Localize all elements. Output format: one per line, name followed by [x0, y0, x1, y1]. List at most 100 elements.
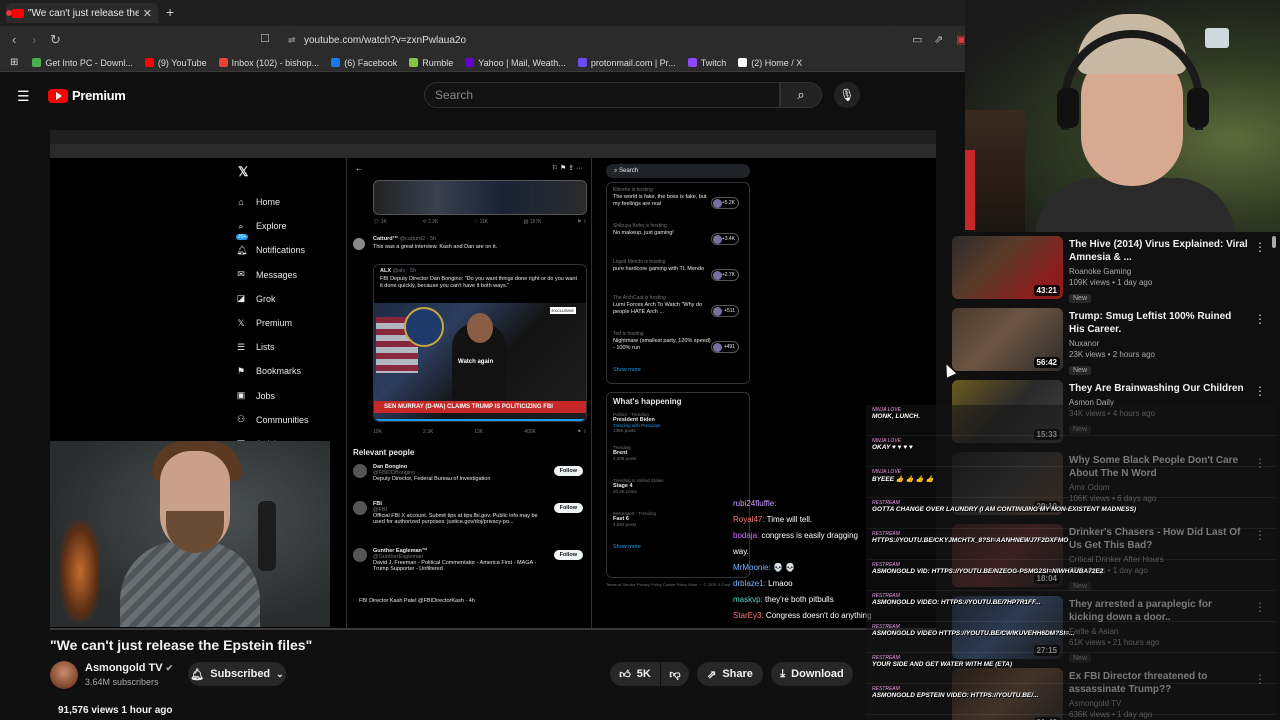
browser-tab[interactable]: "We can't just release the Ep ✕: [6, 3, 158, 23]
x-nav-label: Communities: [256, 414, 309, 425]
recommended-channel[interactable]: Roanoke Gaming: [1069, 267, 1249, 276]
x-nav-item-notifications[interactable]: 🔔︎ 20+ Notifications: [236, 234, 346, 262]
video-thumbnail[interactable]: 43:21: [952, 236, 1063, 299]
search-icon: ⌕: [238, 220, 244, 231]
x-nav-item-home[interactable]: ⌂ Home: [236, 190, 346, 214]
x-nav-label: Bookmarks: [256, 366, 302, 377]
youtube-logo[interactable]: Premium: [48, 88, 126, 103]
restream-text: ASMONGOLD VIDEO: HTTPS://YOUTU.BE/7HP7R1…: [872, 599, 1041, 606]
subscribed-button[interactable]: 🔔︎ Subscribed ⌄: [188, 662, 286, 686]
people-icon: ⚇: [236, 414, 246, 425]
recording-dot-icon: [6, 10, 12, 16]
dislike-button[interactable]: 👎︎: [661, 662, 689, 686]
live-space: The ArchCast is hosting Lumi Forces Arch …: [613, 295, 743, 331]
share-page-icon[interactable]: ⇗: [934, 33, 943, 46]
x-nav-label: Grok: [256, 293, 276, 304]
person-bio: Official FBI X account. Submit tips at t…: [373, 513, 538, 525]
channel-name-text: Asmongold TV: [85, 662, 163, 674]
bookmark-item[interactable]: protonmail.com | Pr...: [577, 58, 676, 68]
recommended-video[interactable]: 56:42 Trump: Smug Leftist 100% Ruined His…: [952, 308, 1280, 380]
apps-icon[interactable]: ⊞: [10, 57, 18, 68]
search-input[interactable]: Search: [424, 82, 780, 108]
back-arrow-icon: ←: [355, 163, 363, 173]
more-options-icon[interactable]: ⋮: [1254, 312, 1266, 326]
chat-username: maskvp:: [733, 595, 763, 604]
chat-text: they're both pitbulls: [765, 595, 834, 604]
channel-avatar[interactable]: [50, 661, 78, 689]
bookmark-page-icon[interactable]: ☐: [260, 32, 270, 45]
video-progress-bar[interactable]: [50, 628, 936, 630]
url-field[interactable]: ⇌ youtube.com/watch?v=zxnPwlaua2o: [282, 30, 902, 50]
restream-chat-overlay: NINJA LOVE MONK, LUNCH. NINJA LOVE OKAY ♥ ♥…: [866, 405, 1276, 720]
chat-username: MrMoonie:: [733, 563, 771, 572]
video-info: Trump: Smug Leftist 100% Ruined His Care…: [1069, 310, 1249, 377]
x-nav-label: Messages: [256, 269, 298, 280]
bookmark-label: Rumble: [422, 57, 454, 68]
bookmark-item[interactable]: (2) Home / X: [738, 58, 802, 68]
url-text: youtube.com/watch?v=zxnPwlaua2o: [304, 34, 467, 46]
x-nav-item-bookmarks[interactable]: ⚑ Bookmarks: [236, 359, 346, 383]
fbi-seal-image: [404, 307, 444, 347]
recommended-title[interactable]: They Are Brainwashing Our Children: [1069, 382, 1249, 395]
bookmark-icon: ⚑: [236, 365, 246, 376]
restream-text: HTTPS://YOUTU.BE/CKYJMCHTX_8?SI=AANHNEWJ…: [872, 537, 1069, 544]
show-more-link: Show more: [613, 367, 641, 373]
back-icon[interactable]: ‹: [12, 32, 16, 47]
like-button[interactable]: 👍︎ 5K: [610, 662, 660, 686]
bookmark-item[interactable]: (9) YouTube: [144, 58, 207, 68]
relevant-person: FBI @FBI Official FBI X account. Submit ti…: [353, 501, 589, 525]
bookmark-item[interactable]: Rumble: [409, 58, 453, 68]
x-nav-label: Premium: [256, 318, 293, 329]
recommended-channel[interactable]: Nuxanor: [1069, 339, 1249, 348]
x-nav-item-messages[interactable]: ✉ Messages: [236, 263, 346, 287]
recommended-video[interactable]: 43:21 The Hive (2014) Virus Explained: Vi…: [952, 236, 1280, 308]
exclusive-tag: EXCLUSIVE: [549, 307, 576, 314]
post-author: Catturd™: [373, 236, 399, 242]
video-thumbnail[interactable]: 56:42: [952, 308, 1063, 371]
recommended-title[interactable]: The Hive (2014) Virus Explained: Viral A…: [1069, 238, 1249, 264]
mail-icon: ✉: [237, 269, 245, 280]
bookmark-item[interactable]: (6) Facebook: [331, 58, 397, 68]
more-options-icon[interactable]: ⋮: [1254, 384, 1266, 398]
new-badge: New: [1069, 294, 1092, 303]
briefcase-icon: ▣: [236, 390, 246, 401]
live-host: Liquid Mendo is hosting: [613, 259, 666, 265]
reload-icon[interactable]: ↻: [50, 32, 61, 48]
bookmark-item[interactable]: Get Into PC - Downl...: [32, 58, 133, 68]
chat-text: Congress doesn't do anything: [765, 611, 872, 620]
chat-message: way.: [733, 544, 873, 560]
x-nav-item-communities[interactable]: ⚇ Communities: [236, 408, 346, 432]
x-nav-item-jobs[interactable]: ▣ Jobs: [236, 384, 346, 408]
x-nav-item-premium[interactable]: 𝕏 Premium: [236, 311, 346, 335]
screen-icon[interactable]: ▭: [912, 33, 922, 46]
x-logo-icon: 𝕏: [238, 164, 249, 179]
live-space: Kibrehe is hosting The world is fake, the…: [613, 187, 743, 223]
bookmark-item[interactable]: Inbox (102) - bishop...: [218, 58, 319, 68]
more-options-icon[interactable]: ⋮: [1254, 240, 1266, 254]
x-nav-item-lists[interactable]: ☰ Lists: [236, 335, 346, 359]
voice-search-button[interactable]: 🎙︎: [834, 82, 860, 108]
new-tab-icon[interactable]: +: [166, 4, 174, 20]
tab-close-icon[interactable]: ✕: [143, 7, 152, 20]
search-button[interactable]: ⌕: [780, 82, 822, 108]
trend-item: Motorsport · Trending Fast 6 4,584 posts: [613, 511, 743, 544]
trend-count: 4,584 posts: [613, 522, 637, 527]
bookmark-item[interactable]: Yahoo | Mail, Weath...: [465, 58, 566, 68]
chat-username: bodaja:: [733, 531, 760, 540]
share-button[interactable]: ⇗ Share: [697, 662, 763, 686]
forward-icon[interactable]: ›: [32, 32, 36, 47]
live-host: Shibuya Koho is hosting: [613, 223, 667, 229]
bookmark-item[interactable]: Twitch: [687, 58, 726, 68]
restream-message: RESTREAM ASMONGOLD VIDEO: HTTPS://YOUTU.B…: [866, 591, 1276, 622]
x-nav-item-explore[interactable]: ⌕ Explore: [236, 214, 346, 238]
download-button[interactable]: ⤓ Download: [771, 662, 853, 686]
x-nav-item-grok[interactable]: ◪ Grok: [236, 287, 346, 311]
download-icon: ⤓: [780, 667, 786, 680]
post-handle: @catturd2 · 5h: [399, 236, 437, 242]
recommended-title[interactable]: Trump: Smug Leftist 100% Ruined His Care…: [1069, 310, 1249, 336]
channel-name[interactable]: Asmongold TV ✔: [85, 662, 173, 674]
list-icon: ☰: [236, 341, 246, 352]
thumbs-up-icon: 👍︎: [619, 668, 631, 681]
site-info-icon[interactable]: ⇌: [288, 35, 296, 46]
menu-icon[interactable]: ☰: [17, 88, 30, 105]
